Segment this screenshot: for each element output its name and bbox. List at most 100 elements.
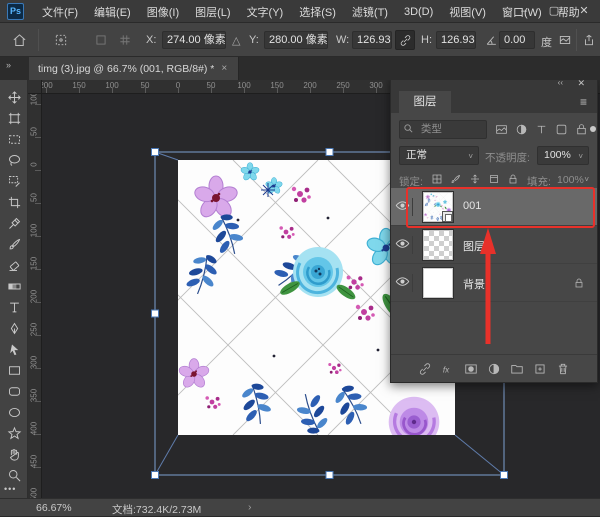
eyedropper-tool-icon[interactable]	[5, 214, 23, 232]
menu-item[interactable]: 文字(Y)	[239, 4, 292, 20]
reference-point-icon[interactable]	[52, 31, 70, 49]
layer-filter-type-select[interactable]: 类型	[399, 120, 487, 139]
width-scale-field[interactable]: 126.93%	[352, 31, 392, 49]
menu-item[interactable]: 编辑(E)	[86, 4, 139, 20]
delete-layer-trash-icon[interactable]	[555, 361, 571, 377]
more-tools-icon[interactable]: •••	[4, 484, 16, 494]
degree-label: 度	[541, 34, 552, 50]
rectangle-tool-icon[interactable]	[5, 361, 23, 379]
panel-menu-icon[interactable]: ≡	[580, 95, 587, 109]
interpolation-icon[interactable]	[556, 31, 574, 49]
maintain-aspect-ratio-icon[interactable]	[395, 30, 415, 50]
custom-shape-tool-icon[interactable]	[5, 424, 23, 442]
zoom-level-field[interactable]: 66.67%	[36, 502, 72, 514]
layer-thumbnail[interactable]	[423, 230, 453, 260]
filter-shape-layers-icon[interactable]	[553, 121, 569, 137]
layers-panel-bottom-bar: fx	[391, 354, 597, 382]
photoshop-logo: Ps	[7, 3, 24, 20]
transform-handle-bottom-center[interactable]	[326, 472, 333, 479]
grid-icon[interactable]	[116, 31, 134, 49]
menu-bar: Ps 文件(F)编辑(E)图像(I)图层(L)文字(Y)选择(S)滤镜(T)3D…	[0, 0, 600, 23]
brush-tool-icon[interactable]	[5, 235, 23, 253]
type-filter-label: 类型	[421, 123, 442, 135]
filter-adjustment-layers-icon[interactable]	[513, 121, 529, 137]
filter-type-layers-icon[interactable]	[533, 121, 549, 137]
document-tab[interactable]: timg (3).jpg @ 66.7% (001, RGB/8#) * ×	[29, 57, 239, 80]
transform-handle-top-center[interactable]	[326, 149, 333, 156]
fill-value[interactable]: 100%	[557, 174, 584, 186]
ruler-corner	[28, 80, 42, 94]
quick-selection-tool-icon[interactable]	[5, 172, 23, 190]
lock-artboard-icon[interactable]	[486, 171, 502, 187]
add-layer-mask-icon[interactable]	[463, 361, 479, 377]
height-scale-field[interactable]: 126.93%	[436, 31, 476, 49]
layer-thumbnail[interactable]	[423, 268, 453, 298]
vertical-ruler: 10050050100150200250300350400450500	[28, 94, 42, 498]
filter-pixel-layers-icon[interactable]	[493, 121, 509, 137]
relative-delta-icon[interactable]: △	[232, 34, 240, 47]
menu-item[interactable]: 滤镜(T)	[344, 4, 396, 20]
close-button[interactable]: ✕	[570, 0, 598, 22]
x-position-field[interactable]: 274.00 像素	[162, 31, 226, 49]
chevron-down-icon: ˅	[584, 175, 589, 184]
lock-transparent-pixels-icon[interactable]	[429, 171, 445, 187]
lock-all-icon[interactable]	[505, 171, 521, 187]
lock-position-icon[interactable]	[467, 171, 483, 187]
layer-filter-toggle[interactable]	[590, 126, 596, 132]
lock-image-pixels-icon[interactable]	[448, 171, 464, 187]
transform-handle-bottom-right[interactable]	[501, 472, 508, 479]
new-group-icon[interactable]	[509, 361, 525, 377]
new-layer-icon[interactable]	[532, 361, 548, 377]
y-position-field[interactable]: 280.00 像素	[264, 31, 328, 49]
menu-item[interactable]: 3D(D)	[396, 6, 441, 18]
transform-handle-bottom-left[interactable]	[152, 472, 159, 479]
document-size-info: 文档:732.4K/2.73M	[112, 502, 201, 517]
x-label: X:	[146, 34, 156, 46]
toggle-reference-icon[interactable]	[92, 31, 110, 49]
path-selection-tool-icon[interactable]	[5, 340, 23, 358]
transform-handle-top-left[interactable]	[152, 149, 159, 156]
tab-close-icon[interactable]: ×	[214, 63, 234, 74]
artboard-tool-icon[interactable]	[5, 109, 23, 127]
layers-tab[interactable]: 图层	[399, 91, 451, 113]
eraser-tool-icon[interactable]	[5, 256, 23, 274]
ellipse-tool-icon[interactable]	[5, 403, 23, 421]
lasso-tool-icon[interactable]	[5, 151, 23, 169]
toolbar-collapse-icon[interactable]: »	[6, 60, 11, 70]
angle-icon	[482, 31, 500, 49]
share-export-icon[interactable]	[580, 31, 598, 49]
filter-smart-object-icon[interactable]	[573, 121, 589, 137]
menu-item[interactable]: 文件(F)	[34, 4, 86, 20]
panel-tab-row: 图层 ≡	[391, 91, 597, 113]
transform-handle-middle-left[interactable]	[152, 310, 159, 317]
menu-item[interactable]: 视图(V)	[441, 4, 494, 20]
pen-tool-icon[interactable]	[5, 319, 23, 337]
visibility-eye-icon[interactable]	[395, 274, 413, 292]
blend-mode-select[interactable]: 正常 ˅	[399, 146, 479, 165]
svg-text:fx: fx	[442, 365, 449, 374]
visibility-eye-icon[interactable]	[395, 236, 413, 254]
annotation-red-box	[406, 187, 595, 228]
zoom-tool-icon[interactable]	[5, 466, 23, 484]
maximize-button[interactable]: ▢	[540, 0, 568, 22]
layer-style-fx-icon[interactable]: fx	[440, 361, 456, 377]
move-tool-icon[interactable]	[5, 88, 23, 106]
menu-item[interactable]: 选择(S)	[291, 4, 344, 20]
type-tool-icon[interactable]	[5, 298, 23, 316]
rounded-rectangle-tool-icon[interactable]	[5, 382, 23, 400]
gradient-tool-icon[interactable]	[5, 277, 23, 295]
link-layers-icon[interactable]	[417, 361, 433, 377]
minimize-button[interactable]: –	[510, 0, 538, 22]
opacity-field[interactable]: 100% ˅	[537, 146, 589, 165]
home-icon[interactable]	[10, 31, 28, 49]
chevron-down-icon: ˅	[468, 148, 473, 165]
menu-item[interactable]: 图像(I)	[139, 4, 187, 20]
adjustment-layer-icon[interactable]	[486, 361, 502, 377]
menu-item[interactable]: 图层(L)	[187, 4, 238, 20]
status-expand-icon[interactable]: ›	[248, 501, 252, 513]
hand-tool-icon[interactable]	[5, 445, 23, 463]
marquee-tool-icon[interactable]	[5, 130, 23, 148]
rotation-angle-field[interactable]: 0.00	[499, 31, 535, 49]
crop-tool-icon[interactable]	[5, 193, 23, 211]
background-lock-icon	[571, 275, 587, 291]
